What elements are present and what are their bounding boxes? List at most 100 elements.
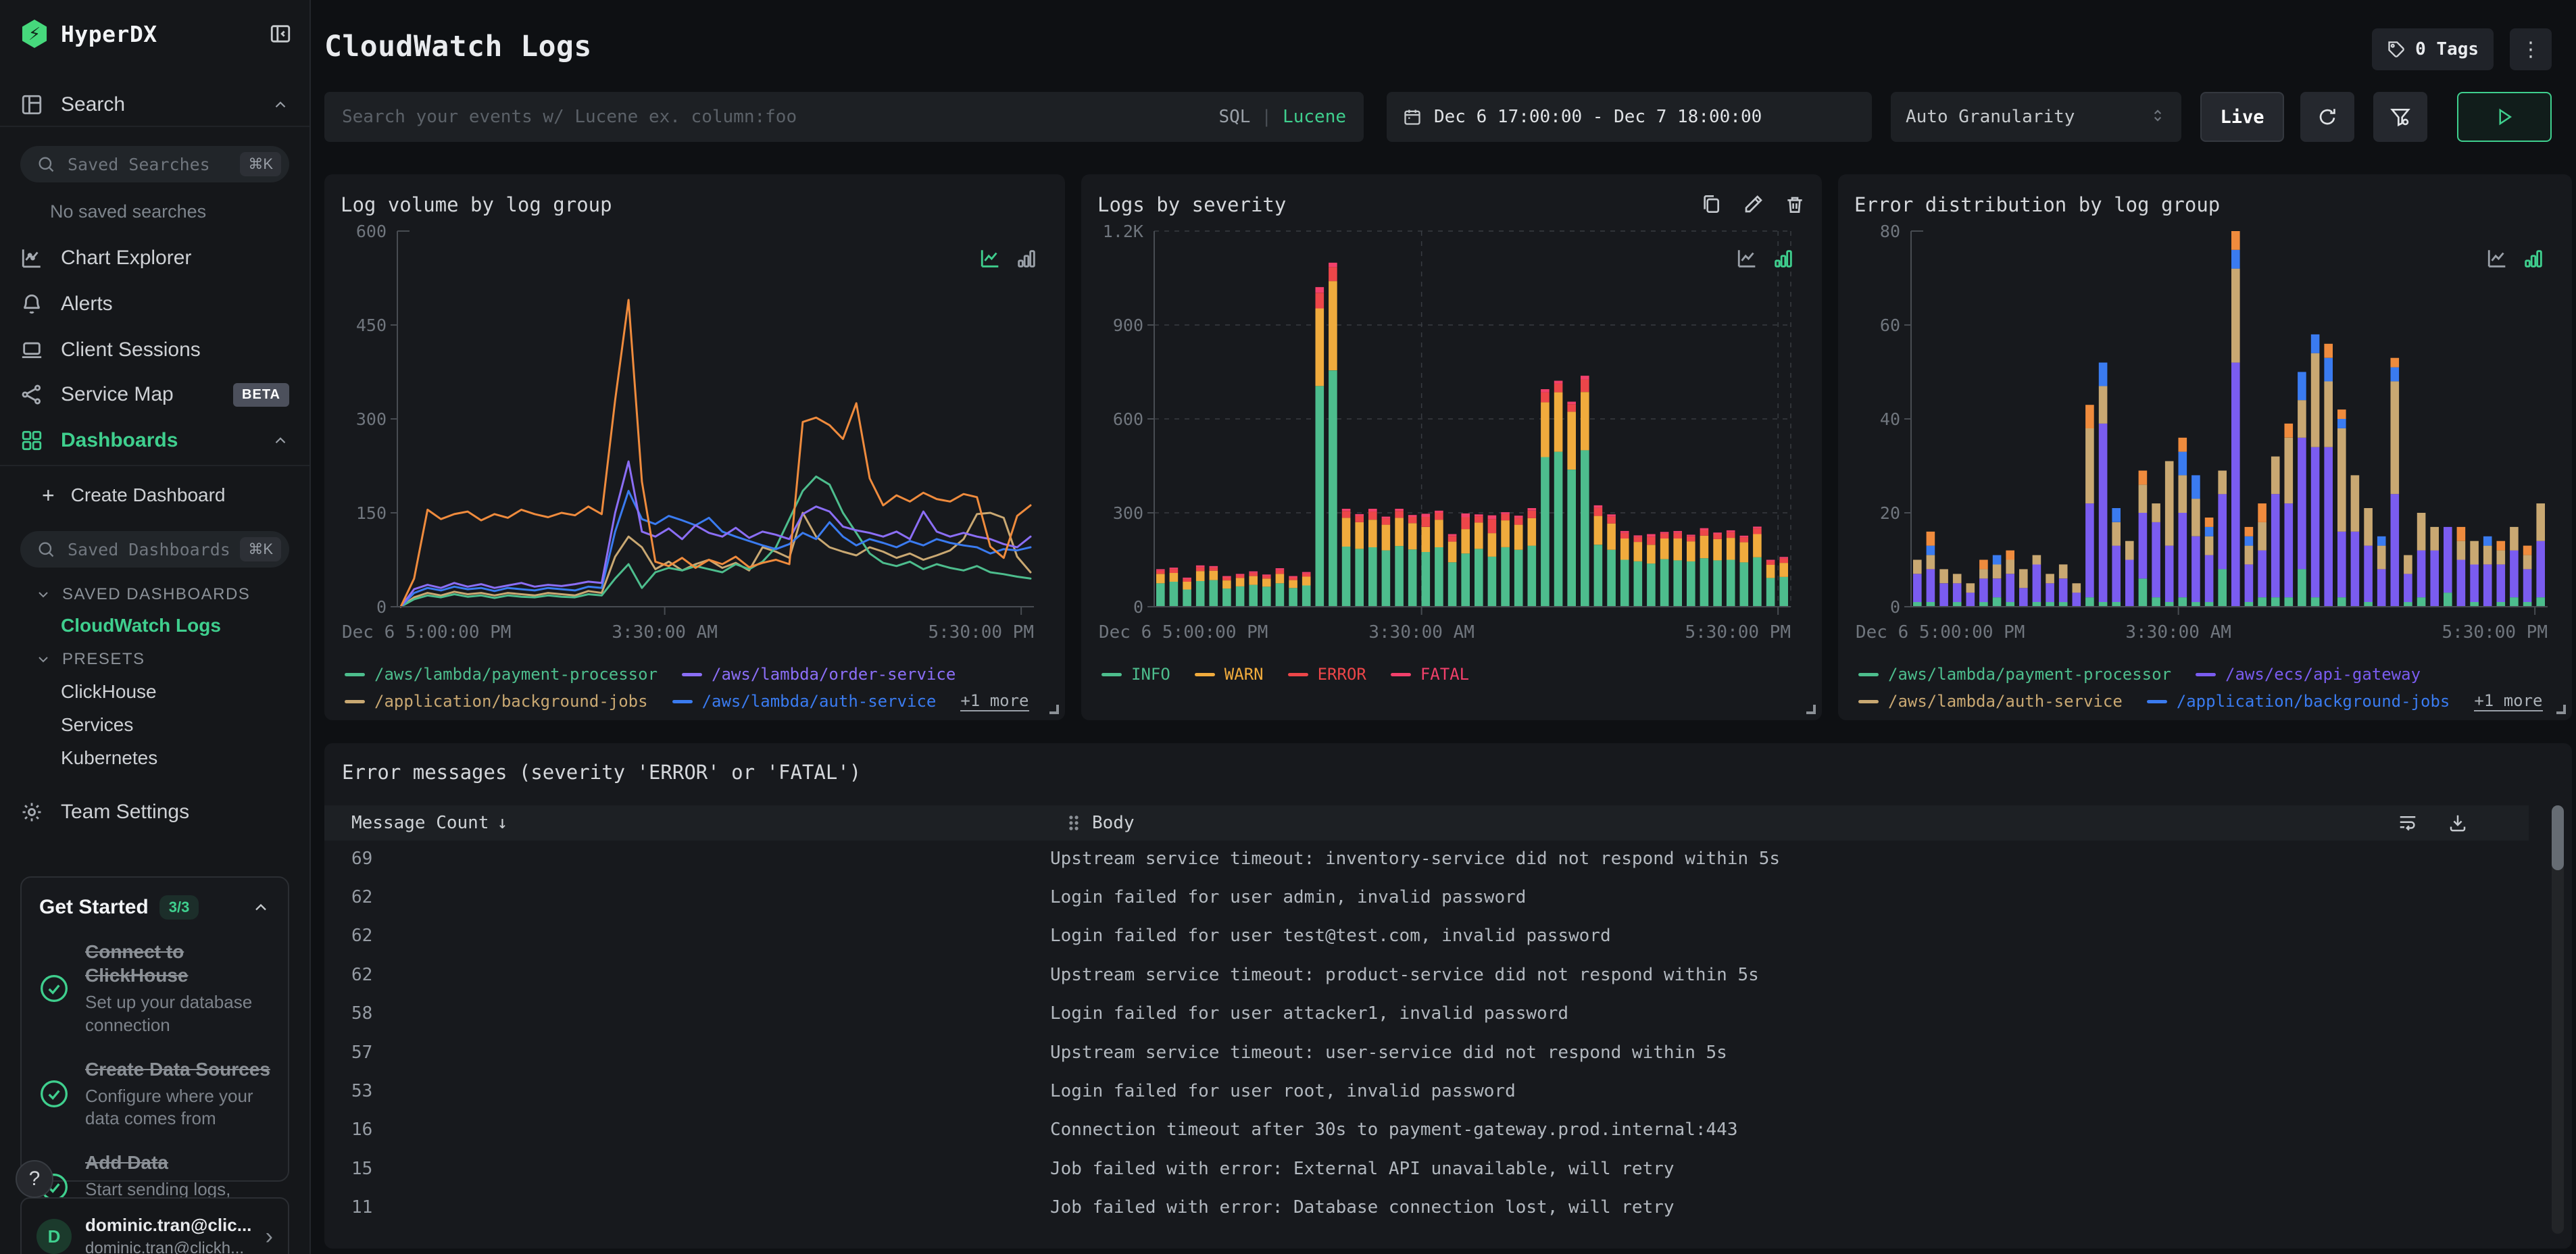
get-started-step[interactable]: Create Data Sources Configure where your… bbox=[39, 1057, 270, 1131]
more-menu-button[interactable]: ⋮ bbox=[2510, 28, 2552, 70]
legend-item[interactable]: /aws/lambda/payment-processor bbox=[345, 665, 658, 684]
bar-segment bbox=[1514, 524, 1523, 550]
sidebar-item-chart-explorer[interactable]: Chart Explorer bbox=[0, 236, 309, 280]
column-header-body[interactable]: Body bbox=[1066, 813, 1135, 833]
bar-segment bbox=[1713, 534, 1722, 539]
legend-more-link[interactable]: +1 more bbox=[960, 691, 1029, 711]
line-view-toggle-icon[interactable] bbox=[1735, 247, 1760, 270]
sql-mode-toggle[interactable]: SQL bbox=[1218, 107, 1250, 127]
bar-segment bbox=[2231, 249, 2240, 269]
legend-item[interactable]: ERROR bbox=[1287, 665, 1366, 684]
resize-handle[interactable] bbox=[1049, 705, 1059, 714]
legend-item[interactable]: /application/background-jobs bbox=[2146, 692, 2450, 711]
table-row[interactable]: 15 Job failed with error: External API un… bbox=[324, 1149, 2529, 1188]
line-view-toggle-icon[interactable] bbox=[2485, 247, 2510, 270]
column-header-message-count[interactable]: Message Count ↓ bbox=[324, 813, 507, 833]
edit-icon[interactable] bbox=[1742, 194, 1764, 216]
saved-dashboards-input[interactable]: Saved Dashboards ⌘K bbox=[20, 531, 289, 568]
legend-more-link[interactable]: +1 more bbox=[2474, 691, 2543, 711]
message-count-cell: 57 bbox=[351, 1042, 373, 1063]
sidebar-divider bbox=[0, 465, 309, 466]
help-button[interactable]: ? bbox=[16, 1160, 53, 1198]
sidebar-item-search[interactable]: Search bbox=[0, 84, 309, 127]
bar-segment bbox=[2390, 494, 2400, 607]
scrollbar-thumb[interactable] bbox=[2552, 805, 2564, 870]
event-search-input[interactable]: Search your events w/ Lucene ex. column:… bbox=[324, 92, 1364, 142]
table-row[interactable]: 62 Upstream service timeout: product-serv… bbox=[324, 955, 2529, 994]
section-presets[interactable]: PRESETS bbox=[35, 650, 145, 669]
date-range-picker[interactable]: Dec 6 17:00:00 - Dec 7 18:00:00 bbox=[1387, 92, 1872, 142]
line-series bbox=[399, 460, 1032, 608]
granularity-select[interactable]: Auto Granularity bbox=[1891, 92, 2181, 142]
refresh-button[interactable] bbox=[2300, 92, 2354, 142]
legend-item[interactable]: /aws/lambda/payment-processor bbox=[1858, 665, 2171, 684]
duplicate-icon[interactable] bbox=[1700, 194, 1722, 216]
legend-item[interactable]: WARN bbox=[1194, 665, 1264, 684]
get-started-step[interactable]: Connect to ClickHouse Set up your databa… bbox=[39, 940, 270, 1037]
wrap-text-icon[interactable] bbox=[2398, 813, 2418, 833]
sidebar-item-kubernetes[interactable]: Kubernetes bbox=[61, 747, 157, 769]
bar-segment bbox=[2496, 541, 2506, 551]
table-row[interactable]: 57 Upstream service timeout: user-service… bbox=[324, 1033, 2529, 1072]
bar-segment bbox=[1527, 508, 1537, 511]
create-dashboard-button[interactable]: + Create Dashboard bbox=[20, 477, 289, 513]
legend-item[interactable]: /aws/lambda/order-service bbox=[682, 665, 956, 684]
bar-segment bbox=[1329, 267, 1337, 282]
bar-segment bbox=[2164, 461, 2174, 546]
resize-handle[interactable] bbox=[1806, 705, 1816, 714]
bar-view-toggle-icon[interactable] bbox=[2522, 247, 2545, 270]
bar-segment bbox=[2006, 559, 2014, 574]
sidebar-item-service-map[interactable]: Service Map BETA bbox=[0, 373, 309, 416]
delete-icon[interactable] bbox=[1784, 194, 1806, 216]
bar-segment bbox=[1620, 559, 1629, 607]
legend-item[interactable]: FATAL bbox=[1390, 665, 1469, 684]
table-row[interactable]: 58 Login failed for user attacker1, inval… bbox=[324, 995, 2529, 1033]
bar-segment bbox=[2523, 555, 2532, 570]
sidebar-item-dashboards[interactable]: Dashboards bbox=[0, 419, 309, 462]
sidebar-item-services[interactable]: Services bbox=[61, 714, 133, 736]
filter-button[interactable] bbox=[2373, 92, 2427, 142]
live-button[interactable]: Live bbox=[2200, 92, 2284, 142]
saved-searches-input[interactable]: Saved Searches ⌘K bbox=[20, 146, 289, 182]
body-cell: Job failed with error: External API unav… bbox=[1050, 1158, 1675, 1179]
line-view-toggle-icon[interactable] bbox=[979, 247, 1003, 270]
legend-item[interactable]: /aws/lambda/auth-service bbox=[1858, 692, 2123, 711]
sidebar-item-cloudwatch-logs[interactable]: CloudWatch Logs bbox=[61, 615, 221, 636]
lucene-mode-toggle[interactable]: Lucene bbox=[1283, 107, 1346, 127]
chevron-up-icon[interactable] bbox=[251, 898, 270, 917]
sidebar-item-label: Client Sessions bbox=[61, 338, 201, 361]
sidebar-item-label: Search bbox=[61, 93, 126, 116]
table-row[interactable]: 69 Upstream service timeout: inventory-se… bbox=[324, 839, 2529, 878]
table-row[interactable]: 62 Login failed for user test@test.com, i… bbox=[324, 917, 2529, 955]
bar-segment bbox=[1329, 262, 1337, 268]
download-icon[interactable] bbox=[2448, 813, 2468, 833]
resize-handle[interactable] bbox=[2556, 705, 2566, 714]
svg-text:80: 80 bbox=[1880, 222, 1900, 241]
bar-segment bbox=[2072, 583, 2081, 593]
bar-segment bbox=[1913, 559, 1922, 574]
bar-view-toggle-icon[interactable] bbox=[1772, 247, 1795, 270]
table-row[interactable]: 53 Login failed for user root, invalid pa… bbox=[324, 1072, 2529, 1110]
bar-segment bbox=[1926, 555, 1935, 570]
sidebar-collapse-icon[interactable] bbox=[269, 22, 292, 45]
table-row[interactable]: 62 Login failed for user admin, invalid p… bbox=[324, 878, 2529, 916]
sidebar-item-alerts[interactable]: Alerts bbox=[0, 282, 309, 326]
legend-item[interactable]: /aws/ecs/api-gateway bbox=[2196, 665, 2421, 684]
table-row[interactable]: 16 Connection timeout after 30s to paymen… bbox=[324, 1111, 2529, 1149]
drag-handle-icon[interactable] bbox=[1066, 814, 1081, 832]
panel-logs-by-severity: Logs by severity 0 300 600 900 1.2K Dec 6 5:0… bbox=[1081, 174, 1822, 720]
sidebar-item-clickhouse[interactable]: ClickHouse bbox=[61, 681, 157, 703]
legend-item[interactable]: INFO bbox=[1101, 665, 1170, 684]
run-query-button[interactable] bbox=[2457, 92, 2552, 142]
table-row[interactable]: 11 Job failed with error: Database connec… bbox=[324, 1188, 2529, 1227]
tags-button[interactable]: 0 Tags bbox=[2372, 28, 2494, 70]
section-saved-dashboards[interactable]: SAVED DASHBOARDS bbox=[35, 585, 250, 604]
legend-item[interactable]: /aws/lambda/auth-service bbox=[672, 692, 936, 711]
bar-segment bbox=[1660, 533, 1669, 538]
bar-view-toggle-icon[interactable] bbox=[1015, 247, 1038, 270]
user-menu[interactable]: D dominic.tran@clic... dominic.tran@clic… bbox=[20, 1197, 289, 1254]
sidebar-item-team-settings[interactable]: Team Settings bbox=[0, 791, 309, 834]
tag-icon bbox=[2388, 41, 2404, 57]
legend-item[interactable]: /application/background-jobs bbox=[345, 692, 648, 711]
sidebar-item-client-sessions[interactable]: Client Sessions bbox=[0, 328, 309, 372]
